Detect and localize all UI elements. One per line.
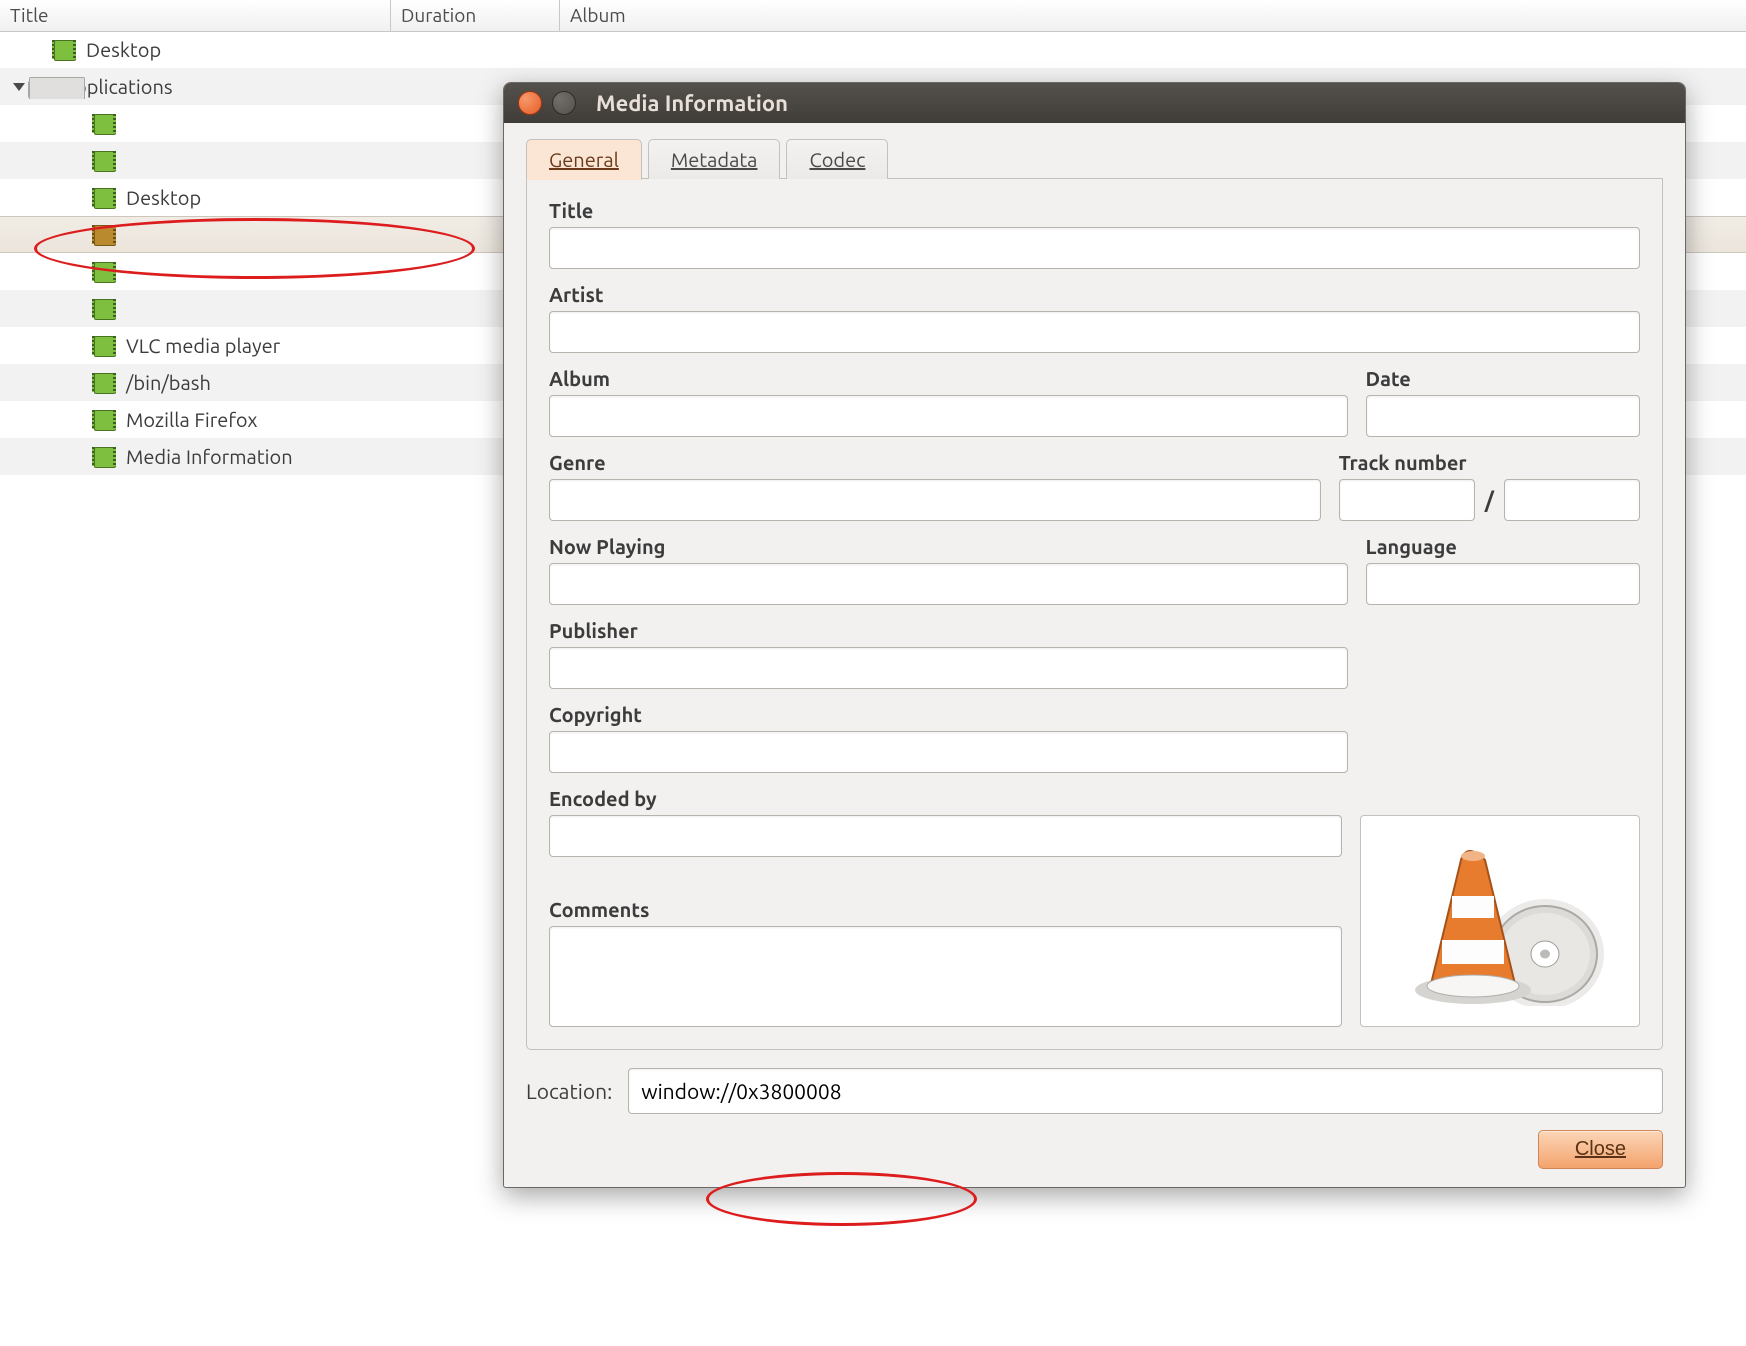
tab-metadata[interactable]: Metadata bbox=[648, 139, 781, 179]
label-genre: Genre bbox=[549, 451, 1321, 474]
input-language[interactable] bbox=[1366, 563, 1640, 605]
tree-item-label: Mozilla Firefox bbox=[126, 408, 258, 431]
tab-general[interactable]: General bbox=[526, 139, 642, 180]
tree-item-label: /bin/bash bbox=[126, 371, 211, 394]
input-title[interactable] bbox=[549, 227, 1640, 269]
input-track-number[interactable] bbox=[1339, 479, 1475, 521]
label-date: Date bbox=[1366, 367, 1640, 390]
close-button[interactable]: Close bbox=[1538, 1130, 1663, 1169]
input-publisher[interactable] bbox=[549, 647, 1348, 689]
general-panel: Title Artist Album Date Genre bbox=[526, 179, 1663, 1050]
tab-codec[interactable]: Codec bbox=[786, 139, 888, 179]
input-album[interactable] bbox=[549, 395, 1348, 437]
column-header: Title Duration Album bbox=[0, 0, 1746, 32]
track-separator: / bbox=[1485, 488, 1494, 513]
label-album: Album bbox=[549, 367, 1348, 390]
label-comments: Comments bbox=[549, 898, 1342, 921]
tree-item-label: Desktop bbox=[126, 186, 201, 209]
input-artist[interactable] bbox=[549, 311, 1640, 353]
media-icon bbox=[92, 151, 116, 170]
input-location[interactable] bbox=[628, 1068, 1663, 1114]
window-minimize-icon[interactable] bbox=[552, 91, 576, 115]
label-copyright: Copyright bbox=[549, 703, 1348, 726]
media-icon bbox=[92, 299, 116, 318]
column-title[interactable]: Title bbox=[0, 0, 391, 31]
tab-row: General Metadata Codec bbox=[526, 139, 1663, 179]
media-icon bbox=[92, 114, 116, 133]
input-track-total[interactable] bbox=[1504, 479, 1640, 521]
tree-item-label: Desktop bbox=[86, 38, 161, 61]
media-icon bbox=[92, 262, 116, 281]
column-album[interactable]: Album bbox=[560, 0, 1746, 31]
input-now-playing[interactable] bbox=[549, 563, 1348, 605]
media-information-dialog: Media Information General Metadata Codec… bbox=[503, 82, 1686, 1188]
media-icon bbox=[92, 225, 116, 244]
input-genre[interactable] bbox=[549, 479, 1321, 521]
folder-icon bbox=[28, 77, 52, 96]
media-icon bbox=[92, 410, 116, 429]
media-icon bbox=[52, 40, 76, 59]
window-title: Media Information bbox=[596, 91, 788, 116]
media-icon bbox=[92, 447, 116, 466]
column-duration[interactable]: Duration bbox=[391, 0, 560, 31]
disclosure-triangle[interactable] bbox=[10, 83, 28, 91]
label-now-playing: Now Playing bbox=[549, 535, 1348, 558]
tree-item-desktop[interactable]: Desktop bbox=[0, 31, 1746, 68]
label-publisher: Publisher bbox=[549, 619, 1348, 642]
cover-art-icon bbox=[1360, 815, 1640, 1027]
input-copyright[interactable] bbox=[549, 731, 1348, 773]
label-title: Title bbox=[549, 199, 1640, 222]
input-date[interactable] bbox=[1366, 395, 1640, 437]
label-language: Language bbox=[1366, 535, 1640, 558]
input-comments[interactable] bbox=[549, 926, 1342, 1027]
label-location: Location: bbox=[526, 1079, 612, 1103]
label-artist: Artist bbox=[549, 283, 1640, 306]
window-close-icon[interactable] bbox=[518, 91, 542, 115]
tree-item-label: Media Information bbox=[126, 445, 293, 468]
media-icon bbox=[92, 188, 116, 207]
media-icon bbox=[92, 373, 116, 392]
input-encoded-by[interactable] bbox=[549, 815, 1342, 857]
tree-item-label: VLC media player bbox=[126, 334, 280, 357]
label-track: Track number bbox=[1339, 451, 1640, 474]
titlebar[interactable]: Media Information bbox=[504, 83, 1685, 123]
media-icon bbox=[92, 336, 116, 355]
label-encoded-by: Encoded by bbox=[549, 787, 1342, 810]
